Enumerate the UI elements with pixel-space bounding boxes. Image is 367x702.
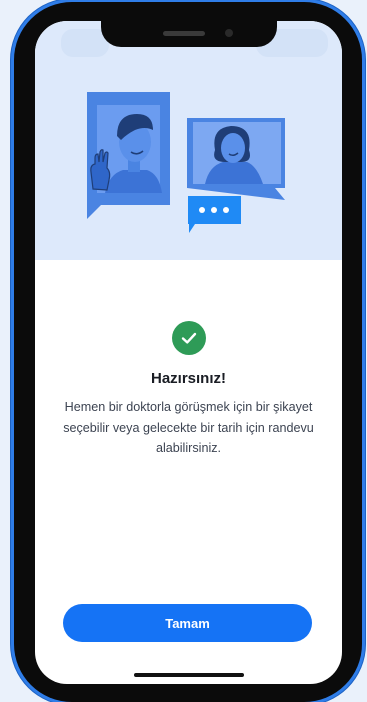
- home-indicator: [134, 673, 244, 677]
- confirm-button[interactable]: Tamam: [63, 604, 312, 642]
- woman-video-tile: [187, 118, 285, 200]
- app-screen: Hazırsınız! Hemen bir doktorla görüşmek …: [35, 21, 342, 684]
- notch-camera: [225, 29, 233, 37]
- man-video-tile: [87, 92, 170, 219]
- phone-notch: [101, 21, 277, 47]
- chat-bubble-icon: [188, 196, 241, 233]
- video-call-illustration: [87, 92, 285, 233]
- success-dialog-content: Hazırsınız! Hemen bir doktorla görüşmek …: [35, 321, 342, 459]
- notch-speaker: [163, 31, 205, 36]
- dialog-message: Hemen bir doktorla görüşmek için bir şik…: [63, 400, 314, 455]
- dialog-title: Hazırsınız!: [150, 370, 226, 387]
- check-circle-icon: [171, 321, 206, 355]
- hero-illustration-area: [35, 21, 342, 260]
